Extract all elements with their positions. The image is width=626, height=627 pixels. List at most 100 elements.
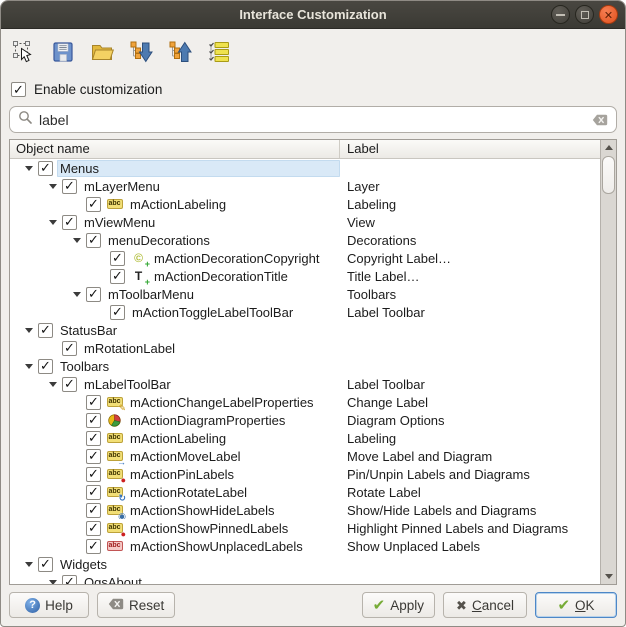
- expand-arrow-icon[interactable]: [73, 292, 81, 297]
- select-widgets-icon: [12, 40, 36, 64]
- tree-row[interactable]: abcmActionLabelingLabeling: [10, 195, 600, 213]
- row-checkbox[interactable]: [86, 539, 101, 554]
- tree-row[interactable]: QgsAbout: [10, 573, 600, 584]
- enable-customization-row: Enable customization: [11, 82, 625, 97]
- row-checkbox[interactable]: [62, 575, 77, 585]
- row-checkbox[interactable]: [38, 323, 53, 338]
- minimize-button[interactable]: [551, 5, 570, 24]
- expand-arrow-icon[interactable]: [49, 220, 57, 225]
- row-checkbox[interactable]: [86, 449, 101, 464]
- tree-row[interactable]: T+mActionDecorationTitleTitle Label…: [10, 267, 600, 285]
- object-name: mActionDiagramProperties: [127, 412, 340, 429]
- expand-arrow-icon[interactable]: [25, 328, 33, 333]
- enable-customization-label: Enable customization: [34, 82, 162, 97]
- tree-row[interactable]: mRotationLabel: [10, 339, 600, 357]
- scrollbar-thumb[interactable]: [602, 156, 615, 194]
- tree-row[interactable]: mActionDiagramPropertiesDiagram Options: [10, 411, 600, 429]
- scrollbar-track[interactable]: [601, 155, 616, 569]
- tree-row[interactable]: Widgets: [10, 555, 600, 573]
- row-checkbox[interactable]: [86, 431, 101, 446]
- expand-all-button[interactable]: [128, 39, 154, 65]
- tree-row[interactable]: abc●mActionPinLabelsPin/Unpin Labels and…: [10, 465, 600, 483]
- object-label: Highlight Pinned Labels and Diagrams: [340, 521, 600, 536]
- tree-row[interactable]: Toolbars: [10, 357, 600, 375]
- tree-row[interactable]: ©+mActionDecorationCopyrightCopyright La…: [10, 249, 600, 267]
- row-checkbox[interactable]: [86, 395, 101, 410]
- save-button[interactable]: [50, 39, 76, 65]
- row-checkbox[interactable]: [62, 179, 77, 194]
- object-name: mViewMenu: [81, 214, 340, 231]
- ok-button[interactable]: OK: [535, 592, 617, 618]
- expand-arrow-icon[interactable]: [49, 382, 57, 387]
- collapse-all-icon: [168, 40, 192, 64]
- object-name: mRotationLabel: [81, 340, 340, 357]
- tree-row[interactable]: mActionToggleLabelToolBarLabel Toolbar: [10, 303, 600, 321]
- tree-row[interactable]: abc↻mActionRotateLabelRotate Label: [10, 483, 600, 501]
- apply-button[interactable]: Apply: [362, 592, 435, 618]
- row-checkbox[interactable]: [86, 287, 101, 302]
- row-checkbox[interactable]: [86, 503, 101, 518]
- expand-arrow-icon[interactable]: [49, 580, 57, 585]
- close-button[interactable]: [599, 5, 618, 24]
- expand-arrow-icon[interactable]: [73, 238, 81, 243]
- reset-button[interactable]: Reset: [97, 592, 175, 618]
- cancel-button[interactable]: Cancel: [443, 592, 527, 618]
- tree-row[interactable]: abc→mActionMoveLabelMove Label and Diagr…: [10, 447, 600, 465]
- row-checkbox[interactable]: [110, 269, 125, 284]
- row-checkbox[interactable]: [86, 485, 101, 500]
- tree-row[interactable]: mLabelToolBarLabel Toolbar: [10, 375, 600, 393]
- row-checkbox[interactable]: [62, 215, 77, 230]
- enable-customization-checkbox[interactable]: [11, 82, 26, 97]
- object-name: mActionMoveLabel: [127, 448, 340, 465]
- tree-row[interactable]: mLayerMenuLayer: [10, 177, 600, 195]
- row-checkbox[interactable]: [38, 161, 53, 176]
- object-name: menuDecorations: [105, 232, 340, 249]
- scroll-down-icon[interactable]: [601, 569, 616, 584]
- select-widgets-button[interactable]: [11, 39, 37, 65]
- tree-row[interactable]: StatusBar: [10, 321, 600, 339]
- expand-arrow-icon[interactable]: [25, 562, 33, 567]
- expand-arrow-icon[interactable]: [25, 364, 33, 369]
- row-checkbox[interactable]: [86, 521, 101, 536]
- open-folder-button[interactable]: [89, 39, 115, 65]
- check-all-button[interactable]: [206, 39, 232, 65]
- tree-row[interactable]: abc✎mActionChangeLabelPropertiesChange L…: [10, 393, 600, 411]
- row-checkbox[interactable]: [86, 197, 101, 212]
- row-checkbox[interactable]: [86, 413, 101, 428]
- row-checkbox[interactable]: [86, 233, 101, 248]
- maximize-button[interactable]: [575, 5, 594, 24]
- column-header-object-name[interactable]: Object name: [10, 140, 340, 158]
- object-name: mLayerMenu: [81, 178, 340, 195]
- tree-row[interactable]: abc◉mActionShowHideLabelsShow/Hide Label…: [10, 501, 600, 519]
- show-hide-icon: abc◉: [106, 502, 123, 518]
- object-name: mActionDecorationTitle: [151, 268, 340, 285]
- vertical-scrollbar[interactable]: [600, 140, 616, 584]
- row-checkbox[interactable]: [62, 341, 77, 356]
- tree-row[interactable]: mViewMenuView: [10, 213, 600, 231]
- row-checkbox[interactable]: [110, 251, 125, 266]
- tree-row[interactable]: mToolbarMenuToolbars: [10, 285, 600, 303]
- column-header-label[interactable]: Label: [340, 140, 600, 158]
- expand-arrow-icon[interactable]: [49, 184, 57, 189]
- tree-row[interactable]: abcmActionLabelingLabeling: [10, 429, 600, 447]
- tree-row[interactable]: menuDecorationsDecorations: [10, 231, 600, 249]
- tree-row[interactable]: Menus: [10, 159, 600, 177]
- diagram-icon: [106, 412, 123, 428]
- clear-search-icon[interactable]: [592, 114, 608, 126]
- search-input[interactable]: label: [9, 106, 617, 133]
- collapse-all-button[interactable]: [167, 39, 193, 65]
- open-folder-icon: [90, 40, 114, 64]
- scroll-up-icon[interactable]: [601, 140, 616, 155]
- titlebar[interactable]: Interface Customization: [1, 1, 625, 29]
- help-button[interactable]: Help: [9, 592, 89, 618]
- tree-row[interactable]: abcmActionShowUnplacedLabelsShow Unplace…: [10, 537, 600, 555]
- tree-row[interactable]: abc●mActionShowPinnedLabelsHighlight Pin…: [10, 519, 600, 537]
- object-name: mActionLabeling: [127, 196, 340, 213]
- row-checkbox[interactable]: [86, 467, 101, 482]
- row-checkbox[interactable]: [38, 359, 53, 374]
- expand-arrow-icon[interactable]: [25, 166, 33, 171]
- row-checkbox[interactable]: [38, 557, 53, 572]
- row-checkbox[interactable]: [110, 305, 125, 320]
- row-checkbox[interactable]: [62, 377, 77, 392]
- object-name: mToolbarMenu: [105, 286, 340, 303]
